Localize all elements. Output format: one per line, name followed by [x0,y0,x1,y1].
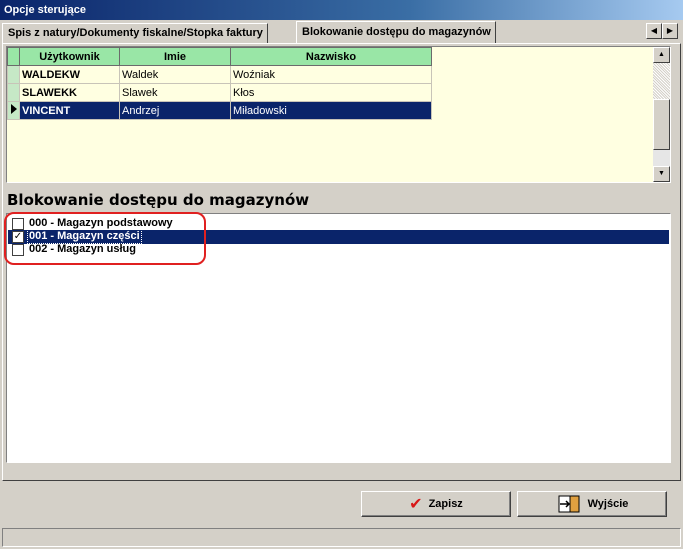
cell-first-name[interactable]: Waldek [119,65,231,84]
section-title: Blokowanie dostępu do magazynów [7,191,310,209]
highlight-annotation [4,212,206,265]
users-grid: Użytkownik Imie Nazwisko WALDEKW Waldek … [6,46,671,183]
tab-spis-z-natury[interactable]: Spis z natury/Dokumenty fiskalne/Stopka … [2,23,268,43]
save-button[interactable]: ✔ Zapisz [361,491,511,517]
row-indicator [7,83,20,102]
cell-login[interactable]: WALDEKW [19,65,120,84]
tab-scroll-left-icon[interactable]: ◀ [646,23,662,39]
tab-strip: Spis z natury/Dokumenty fiskalne/Stopka … [0,20,683,44]
save-button-label: Zapisz [428,498,463,510]
exit-button-label: Wyjście [587,498,629,510]
cell-last-name[interactable]: Woźniak [230,65,432,84]
exit-button[interactable]: Wyjście [517,491,667,517]
grid-vertical-scrollbar[interactable]: ▲ ▼ [653,47,670,182]
scroll-up-icon[interactable]: ▲ [653,47,670,63]
status-bar [2,528,681,547]
cell-login[interactable]: VINCENT [19,101,120,120]
cell-last-name[interactable]: Kłos [230,83,432,102]
row-indicator-header [7,47,20,66]
table-row-selected[interactable]: VINCENT Andrzej Miładowski [7,101,432,120]
exit-door-icon [556,495,582,513]
column-header-first-name[interactable]: Imie [119,47,231,66]
column-header-last-name[interactable]: Nazwisko [230,47,432,66]
column-header-login[interactable]: Użytkownik [19,47,120,66]
tab-scroll-right-icon[interactable]: ▶ [662,23,678,39]
table-row[interactable]: SLAWEKK Slawek Kłos [7,83,432,102]
row-indicator [7,65,20,84]
cell-last-name[interactable]: Miładowski [230,101,432,120]
cell-first-name[interactable]: Slawek [119,83,231,102]
cell-login[interactable]: SLAWEKK [19,83,120,102]
cell-first-name[interactable]: Andrzej [119,101,231,120]
tab-blokowanie-magazynow[interactable]: Blokowanie dostępu do magazynów [296,21,496,43]
current-row-arrow-icon [7,101,20,120]
table-row[interactable]: WALDEKW Waldek Woźniak [7,65,432,84]
window-title: Opcje sterujące [0,0,683,20]
grid-header-row: Użytkownik Imie Nazwisko [7,47,432,66]
scroll-down-icon[interactable]: ▼ [653,166,670,182]
checkmark-icon: ✔ [409,496,423,513]
scroll-thumb[interactable] [653,99,670,150]
